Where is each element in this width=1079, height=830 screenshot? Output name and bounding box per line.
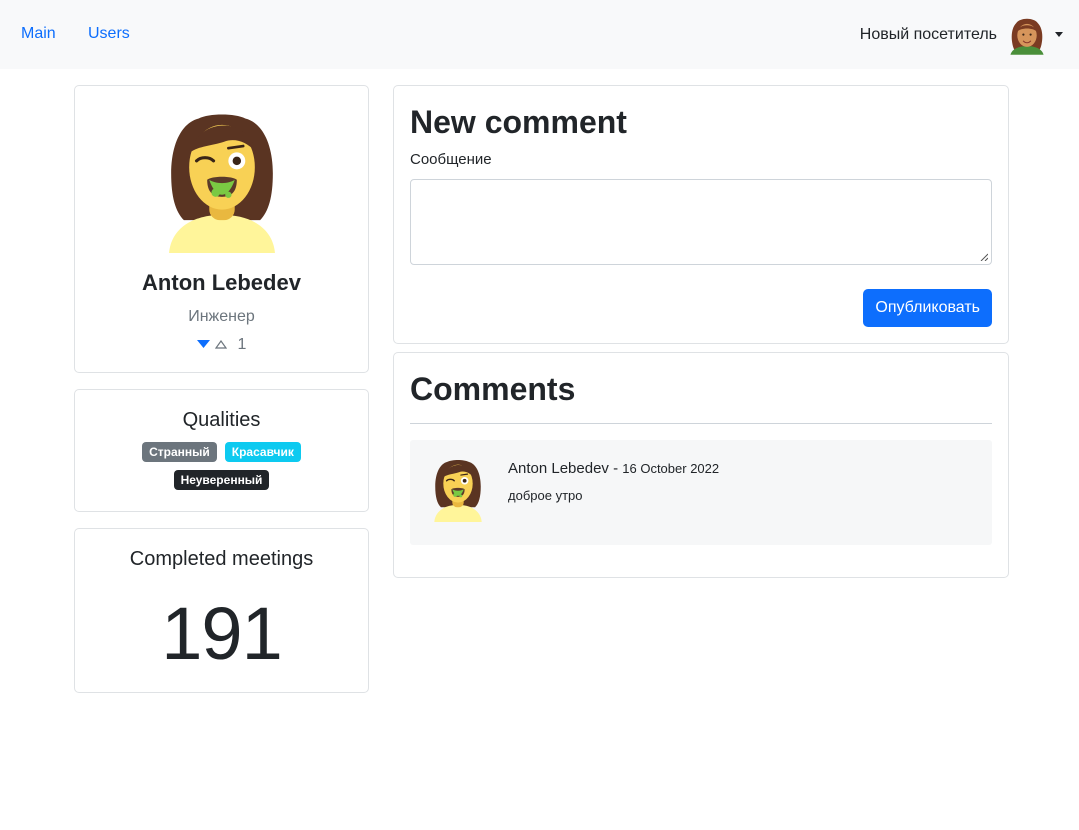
rate-count: 1 [237, 336, 247, 353]
publish-button[interactable]: Опубликовать [863, 289, 992, 327]
nav-link-main[interactable]: Main [21, 25, 56, 43]
comment-avatar [434, 458, 482, 522]
profile-profession: Инженер [188, 308, 255, 325]
new-comment-card: New comment Сообщение Опубликовать [393, 85, 1009, 344]
comment-text: доброе утро [508, 488, 583, 503]
message-textarea[interactable] [410, 179, 992, 265]
comments-card: Comments Anton Lebedev - 16 October 2022… [393, 352, 1009, 578]
chevron-down-icon [1055, 32, 1063, 37]
nav-link-users[interactable]: Users [88, 25, 130, 43]
caret-down-fill-icon[interactable] [196, 336, 210, 354]
quality-badge: Странный [142, 442, 217, 462]
meetings-card: Completed meetings 191 [74, 528, 369, 693]
avatar [1009, 15, 1045, 55]
meetings-count: 191 [161, 592, 282, 675]
comment-header: Anton Lebedev - 16 October 2022 [508, 460, 719, 477]
quality-badge: Неуверенный [173, 470, 270, 490]
user-name: Новый посетитель [859, 25, 997, 43]
user-menu-toggle[interactable]: Новый посетитель [860, 0, 1079, 69]
qualities-title: Qualities [182, 409, 261, 431]
navbar: Main Users Новый посетитель [0, 0, 1079, 69]
divider [410, 423, 992, 424]
comment-item: Anton Lebedev - 16 October 2022 доброе у… [410, 440, 992, 545]
meetings-title: Completed meetings [129, 548, 314, 570]
qualities-list: Странный Красавчик Неуверенный [75, 442, 368, 498]
resize-grip-icon[interactable] [980, 253, 988, 261]
comment-author: Anton Lebedev [508, 460, 609, 477]
comment-separator: - [608, 460, 623, 477]
comment-date: 16 October 2022 [622, 461, 720, 476]
profile-avatar [169, 110, 275, 253]
new-comment-title: New comment [410, 104, 627, 140]
profile-card: Anton Lebedev Инженер 1 [74, 85, 369, 373]
rate-control: 1 [75, 336, 368, 354]
message-label: Сообщение [410, 151, 492, 168]
caret-up-icon[interactable] [214, 336, 227, 354]
quality-badge: Красавчик [224, 442, 301, 462]
comments-title: Comments [410, 371, 576, 407]
profile-name: Anton Lebedev [142, 270, 301, 295]
qualities-card: Qualities Странный Красавчик Неуверенный [74, 389, 369, 512]
